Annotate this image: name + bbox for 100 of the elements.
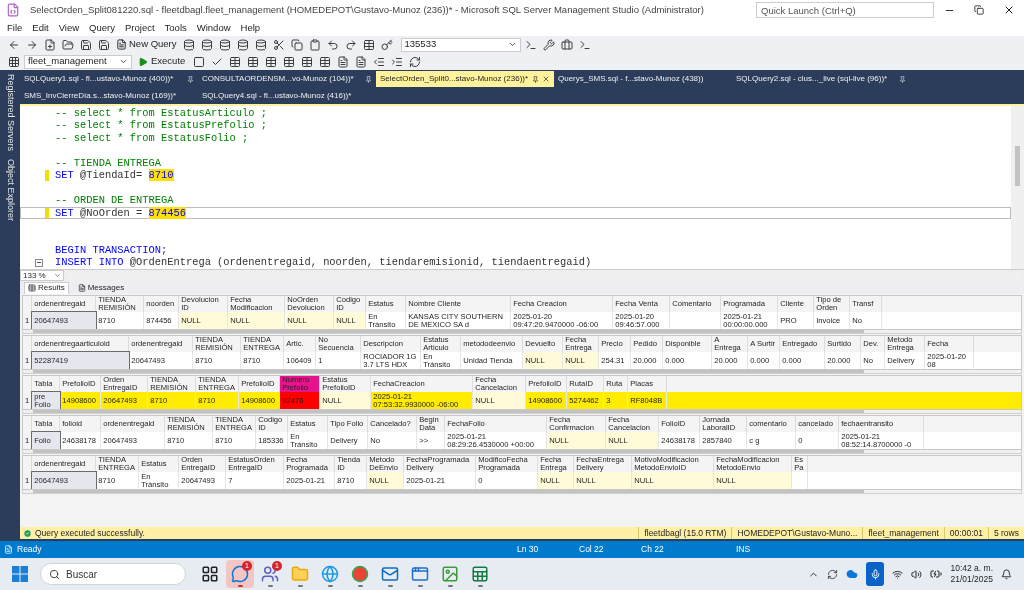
query-status-field: fleetdbagl (15.0 RTM)	[638, 526, 732, 540]
window-icon	[411, 565, 429, 583]
menu-item[interactable]: Tools	[159, 20, 192, 36]
dropdown-icon	[54, 272, 61, 279]
search-input[interactable]: Buscar	[66, 566, 166, 582]
fold-marker[interactable]	[35, 258, 43, 267]
vertical-scrollbar[interactable]	[1011, 106, 1024, 269]
menu-item[interactable]: Edit	[27, 20, 54, 36]
toolbar-button[interactable]	[96, 37, 112, 52]
document-tab[interactable]: SQLQuery4.sql - fl...ustavo-Munoz (416))*	[198, 88, 376, 104]
clock-date: 21/01/2025	[950, 574, 993, 585]
forward-icon	[26, 38, 38, 51]
status-icon	[4, 545, 13, 554]
wifi-icon	[892, 568, 904, 580]
start-icon	[12, 566, 28, 582]
toolbar-button[interactable]	[42, 37, 58, 52]
toolbar-button[interactable]	[60, 37, 76, 52]
pin-icon[interactable]	[899, 75, 906, 83]
menu-item[interactable]: File	[2, 20, 28, 36]
restore-icon	[974, 5, 984, 15]
menu-item[interactable]: Project	[120, 20, 160, 36]
save-all-icon	[98, 38, 110, 51]
query-status-field: 5 rows	[987, 526, 1024, 540]
horizontal-scrollbar[interactable]	[22, 410, 1022, 414]
query-status-field: 00:00:01	[943, 526, 988, 540]
document-tab[interactable]: Querys_SMS.sql - f...stavo-Munoz (438))	[554, 71, 732, 87]
database-combo[interactable]: fleet_management	[24, 54, 132, 69]
comment-icon	[337, 55, 350, 68]
connect-icon	[8, 55, 20, 68]
database-icon	[200, 38, 213, 51]
menu-item[interactable]: Query	[84, 20, 120, 36]
menu-item[interactable]: View	[53, 20, 85, 36]
toolbar-button[interactable]	[78, 37, 94, 52]
execute-button[interactable]: Execute	[134, 54, 190, 69]
toolbar-button[interactable]	[6, 54, 22, 69]
pin-icon[interactable]	[365, 75, 372, 83]
paste-icon	[308, 38, 321, 51]
results-tab[interactable]: Messages	[74, 281, 128, 294]
image-icon	[441, 565, 459, 583]
window-title: SelectOrden_Split081220.sql - fleetdbagl.fleet_management (HOMEDEPOT\Gustavo-Munoz (236))* - Microsoft SQL Server Management Studio (Administrator)	[30, 2, 704, 17]
dropdown-icon	[119, 57, 128, 66]
spreadsheet-icon	[471, 565, 489, 583]
search-combo[interactable]: 135533	[400, 37, 521, 52]
open-folder-icon	[62, 38, 74, 51]
app-logo-icon	[6, 3, 20, 17]
quick-launch-field[interactable]: Quick Launch (Ctrl+Q)	[756, 2, 934, 18]
pin-icon[interactable]	[187, 75, 194, 83]
microphone-button[interactable]	[866, 562, 885, 586]
microphone-icon	[869, 568, 881, 580]
code-line: -- TIENDA ENTREGA	[55, 156, 161, 170]
grid-icon	[28, 284, 36, 292]
document-tab[interactable]: SQLQuery1.sql - fl...ustavo-Munoz (400))*	[20, 71, 198, 87]
table-icon	[229, 55, 242, 68]
database-icon	[218, 38, 231, 51]
uncomment-icon	[355, 55, 368, 68]
document-tab[interactable]: CONSULTAORDENSM...vo-Munoz (104))*	[198, 71, 376, 87]
toolbar-button[interactable]	[558, 37, 575, 52]
document-tab[interactable]: SQLQuery2.sql - clus..._live (sql-live (96))*	[732, 71, 910, 87]
horizontal-scrollbar[interactable]	[22, 450, 1022, 454]
close-icon[interactable]	[542, 75, 550, 83]
horizontal-scrollbar[interactable]	[22, 370, 1022, 374]
toolbar-button[interactable]	[378, 37, 395, 52]
horizontal-scrollbar[interactable]	[22, 330, 1022, 334]
document-tab[interactable]: SelectOrden_Split0...stavo-Munoz (236))*	[376, 71, 554, 87]
new-query-button[interactable]: New Query	[114, 37, 179, 52]
document-icon	[116, 39, 127, 50]
zoom-combo[interactable]: 133 %	[20, 270, 64, 281]
menu-item[interactable]: Help	[235, 20, 266, 36]
search-icon	[49, 568, 60, 580]
document-icon	[77, 283, 86, 292]
new-file-icon	[44, 38, 56, 51]
toolbar-button[interactable]	[540, 37, 557, 52]
chat-icon	[231, 565, 249, 583]
dropdown-icon	[507, 40, 517, 49]
indent-icon	[391, 55, 404, 68]
menu-item[interactable]: Window	[191, 20, 236, 36]
code-line: -- select * from EstatusPrefolio ;	[55, 119, 267, 133]
toolbar-button[interactable]	[288, 37, 305, 52]
column-indicator: Col 22	[579, 543, 605, 556]
outdent-icon	[373, 55, 386, 68]
side-panel-tab[interactable]: Object Explorer	[3, 159, 17, 222]
redo-icon	[344, 38, 357, 51]
table-icon	[265, 55, 278, 68]
database-icon	[236, 38, 249, 51]
pin-icon[interactable]	[532, 75, 539, 83]
code-line: -- select * from EstatusFolio ;	[55, 131, 249, 145]
side-panel-tab[interactable]: Registered Servers	[3, 74, 17, 152]
horizontal-scrollbar[interactable]	[22, 490, 1022, 494]
document-tab[interactable]: SMS_InvCierreDía.s...stavo-Munoz (169))*	[20, 88, 198, 104]
close-icon	[1003, 4, 1015, 16]
search-box[interactable]: Buscar	[40, 563, 186, 585]
refresh-icon	[409, 55, 422, 68]
terminal-icon	[524, 38, 537, 51]
browser-icon	[351, 565, 369, 583]
folder-icon	[291, 565, 309, 583]
console-icon	[578, 38, 591, 51]
browser-icon	[321, 565, 339, 583]
sync-icon	[827, 568, 839, 580]
results-tab[interactable]: Results	[24, 281, 69, 294]
char-indicator: Ch 22	[641, 543, 665, 556]
